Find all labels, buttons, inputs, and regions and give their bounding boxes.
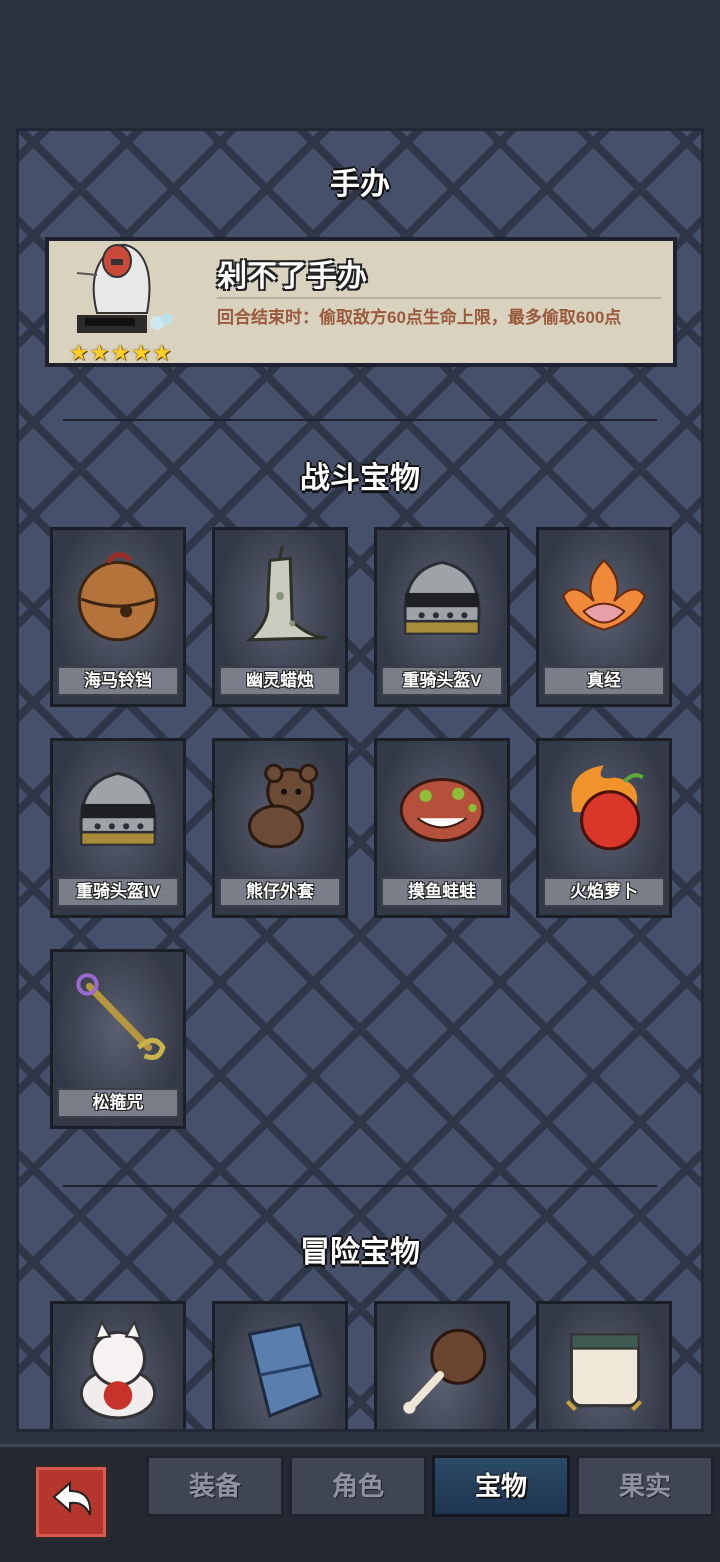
item-blue-cloak[interactable] (212, 1301, 348, 1429)
item-bell[interactable]: 海马铃铛 (50, 527, 186, 707)
meat-drumstick-icon (403, 1328, 487, 1414)
item-fire-radish[interactable]: 火焰萝卜 (536, 738, 672, 918)
item-slacker-frog[interactable]: 摸鱼蛙蛙 (374, 738, 510, 918)
tab-equipment[interactable]: 装备 (146, 1455, 284, 1517)
item-label: 火焰萝卜 (543, 877, 665, 907)
section-title-battle: 战斗宝物 (300, 462, 420, 495)
knight-helmet-icon (403, 560, 481, 635)
golden-staff-icon (76, 973, 166, 1060)
item-drumstick[interactable] (374, 1301, 510, 1429)
tab-treasures[interactable]: 宝物 (432, 1455, 570, 1517)
tab-fruits[interactable]: 果实 (576, 1455, 714, 1517)
featured-divider (217, 297, 661, 299)
item-label: 幽灵蜡烛 (219, 666, 341, 696)
item-label: 松箍咒 (57, 1088, 179, 1118)
section-divider (63, 1185, 657, 1187)
item-label: 熊仔外套 (219, 877, 341, 907)
item-label: 重骑头盔IV (57, 877, 179, 907)
pillow-icon (565, 1333, 643, 1412)
item-label: 海马铃铛 (57, 666, 179, 696)
star-icon: ★ (131, 340, 151, 365)
lucky-cat-icon (79, 1319, 157, 1420)
item-knight-helmet-v[interactable]: 重骑头盔V (374, 527, 510, 707)
tab-characters[interactable]: 角色 (289, 1455, 427, 1517)
knight-helmet-icon (79, 771, 157, 846)
star-icon: ★ (69, 340, 89, 365)
return-arrow-icon (52, 1480, 92, 1516)
featured-name: 剁不了手办 (217, 260, 367, 293)
item-sutra[interactable]: 真经 (536, 527, 672, 707)
rating-stars: ★ ★ ★ ★ ★ (69, 340, 172, 365)
item-lucky-cat[interactable] (50, 1301, 186, 1429)
fire-radish-icon (571, 765, 644, 851)
item-teddy-coat[interactable]: 熊仔外套 (212, 738, 348, 918)
featured-description: 回合结束时：偷取敌方60点生命上限，最多偷取600点 (217, 308, 622, 327)
teddy-bear-icon (247, 763, 319, 849)
item-label: 重骑头盔V (381, 666, 503, 696)
item-knight-helmet-iv[interactable]: 重骑头盔IV (50, 738, 186, 918)
page-title: 手办 (330, 168, 390, 201)
star-icon: ★ (151, 340, 172, 365)
star-icon: ★ (89, 340, 110, 365)
featured-figurine-card[interactable]: ★ ★ ★ ★ ★ 剁不了手办 回合结束时：偷取敌方60点生命上限，最多偷取60… (45, 237, 677, 367)
item-loose-hoop-spell[interactable]: 松箍咒 (50, 949, 186, 1129)
ghost-figurine-icon (76, 244, 173, 333)
section-title-adventure: 冒险宝物 (300, 1236, 420, 1269)
item-label: 摸鱼蛙蛙 (381, 877, 503, 907)
bottom-navigation: 装备 角色 宝物 果实 (0, 1444, 720, 1562)
bell-icon (77, 552, 159, 642)
back-button[interactable] (32, 1463, 110, 1541)
item-label: 真经 (543, 666, 665, 696)
star-icon: ★ (110, 340, 131, 365)
item-ghost-candle[interactable]: 幽灵蜡烛 (212, 527, 348, 707)
lotus-flame-icon (562, 558, 646, 631)
blue-cloak-icon (247, 1322, 323, 1418)
item-pillow[interactable] (536, 1301, 672, 1429)
section-divider (63, 419, 657, 421)
collection-panel: 手办 ★ ★ ★ ★ ★ 剁不了手办 回合结束时：偷取敌方60点生命上限，最多偷… (16, 128, 704, 1432)
ghost-candle-icon (245, 545, 327, 642)
frog-creature-icon (399, 777, 485, 843)
